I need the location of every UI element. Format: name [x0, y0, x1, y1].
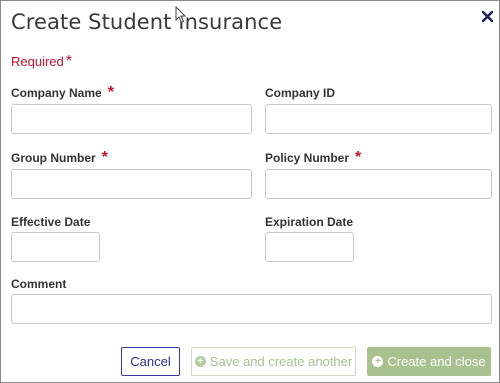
group-number-label-text: Group Number — [11, 151, 96, 165]
required-asterisk: * — [107, 84, 114, 101]
expiration-date-input[interactable] — [265, 232, 354, 262]
required-note-label: Required — [11, 54, 64, 69]
company-id-label: Company ID — [265, 86, 336, 100]
mouse-cursor-icon — [175, 6, 187, 24]
dialog-title: Create Student Insurance — [11, 10, 283, 34]
create-and-close-button[interactable]: + Create and close — [367, 347, 491, 376]
save-and-create-another-label: Save and create another — [209, 354, 353, 369]
create-and-close-label: Create and close — [387, 354, 486, 369]
required-asterisk: * — [355, 149, 362, 166]
company-name-label-text: Company Name — [11, 86, 102, 100]
required-note: Required * — [11, 53, 72, 71]
plus-circle-icon: + — [194, 356, 206, 367]
comment-label: Comment — [11, 277, 67, 291]
save-and-create-another-button[interactable]: + Save and create another — [191, 347, 356, 376]
group-number-input[interactable] — [11, 169, 252, 199]
effective-date-input[interactable] — [11, 232, 100, 262]
comment-input[interactable] — [11, 294, 492, 324]
plus-circle-icon: + — [372, 356, 384, 367]
policy-number-label-text: Policy Number — [265, 151, 350, 165]
close-icon[interactable] — [480, 9, 494, 23]
policy-number-input[interactable] — [265, 169, 492, 199]
group-number-label: Group Number * — [11, 149, 108, 167]
company-name-label: Company Name * — [11, 84, 114, 102]
company-name-input[interactable] — [11, 104, 252, 134]
company-id-input[interactable] — [265, 104, 492, 134]
cancel-button-label: Cancel — [130, 354, 171, 369]
effective-date-label: Effective Date — [11, 215, 91, 229]
required-asterisk: * — [101, 149, 108, 166]
expiration-date-label: Expiration Date — [265, 215, 354, 229]
cancel-button[interactable]: Cancel — [121, 347, 180, 376]
policy-number-label: Policy Number * — [265, 149, 361, 167]
create-student-insurance-dialog: Create Student Insurance Required * Compa… — [0, 0, 500, 383]
required-asterisk: * — [65, 53, 72, 70]
